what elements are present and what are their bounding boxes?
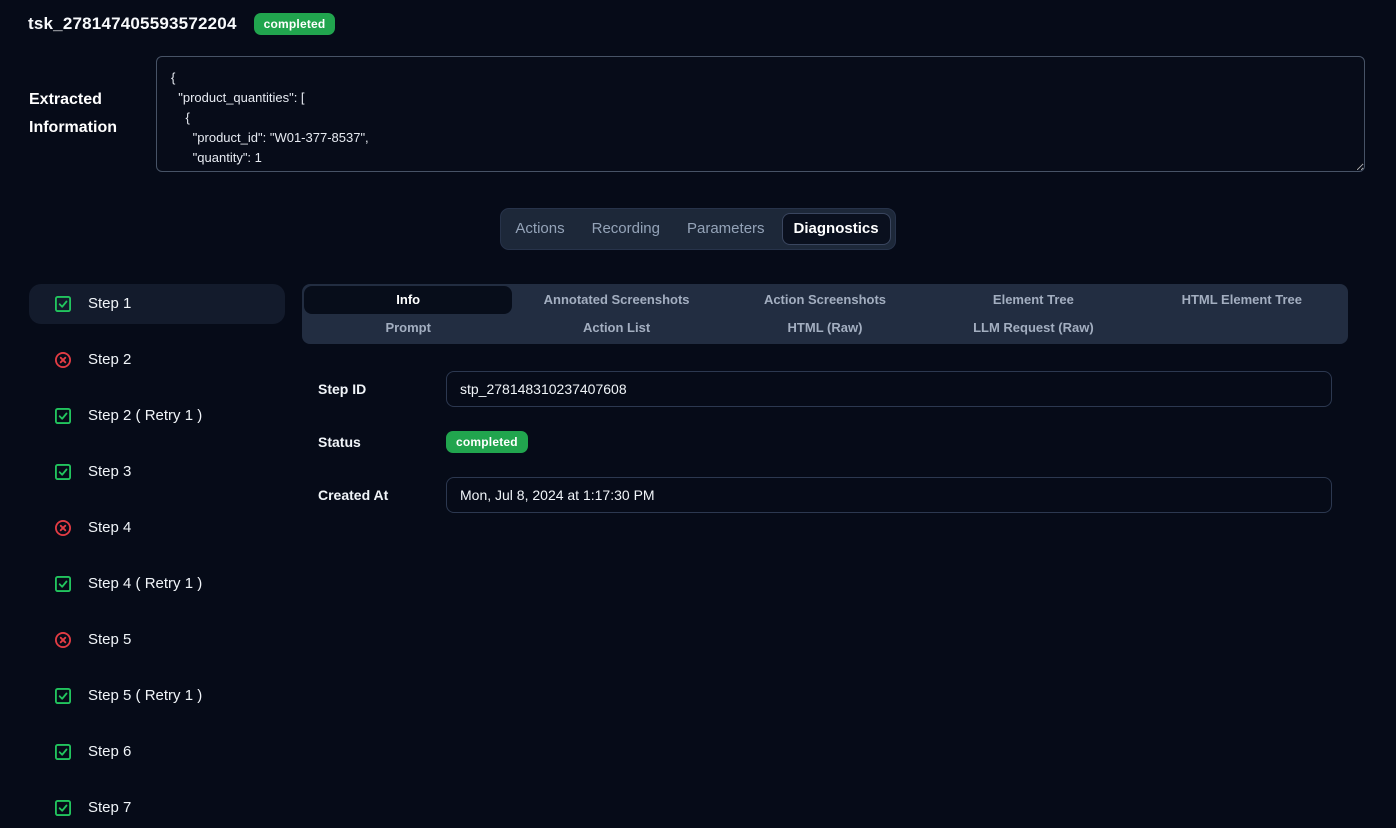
- check-square-icon: [53, 294, 73, 314]
- task-status-badge: completed: [254, 13, 336, 35]
- tab-annotated-screenshots[interactable]: Annotated Screenshots: [512, 286, 720, 314]
- check-square-icon: [53, 742, 73, 762]
- step-item[interactable]: Step 7: [29, 788, 285, 828]
- status-label: Status: [318, 434, 446, 450]
- check-square-icon: [53, 574, 73, 594]
- tab-empty-cell: [1138, 314, 1346, 342]
- tab-html-element-tree[interactable]: HTML Element Tree: [1138, 286, 1346, 314]
- extracted-information-textarea[interactable]: { "product_quantities": [ { "product_id"…: [156, 56, 1365, 172]
- step-id-label: Step ID: [318, 381, 446, 397]
- step-label: Step 2 ( Retry 1 ): [88, 407, 202, 424]
- field-created-at: Created At: [318, 477, 1332, 513]
- tab-actions[interactable]: Actions: [505, 213, 574, 245]
- x-circle-icon: [53, 350, 73, 370]
- tab-diagnostics[interactable]: Diagnostics: [782, 213, 891, 245]
- step-item[interactable]: Step 1: [29, 284, 285, 324]
- page-title: tsk_278147405593572204: [28, 14, 237, 34]
- step-label: Step 6: [88, 743, 131, 760]
- main-tab-bar: Actions Recording Parameters Diagnostics: [500, 208, 895, 250]
- x-circle-icon: [53, 630, 73, 650]
- x-circle-icon: [53, 518, 73, 538]
- tab-info[interactable]: Info: [304, 286, 512, 314]
- step-id-input[interactable]: [446, 371, 1332, 407]
- step-label: Step 2: [88, 351, 131, 368]
- task-header: tsk_278147405593572204 completed: [0, 0, 1396, 35]
- check-square-icon: [53, 798, 73, 818]
- step-label: Step 4: [88, 519, 131, 536]
- diagnostics-tab-bar: Info Annotated Screenshots Action Screen…: [302, 284, 1348, 344]
- step-item[interactable]: Step 2: [29, 340, 285, 380]
- step-label: Step 5: [88, 631, 131, 648]
- step-item[interactable]: Step 4 ( Retry 1 ): [29, 564, 285, 604]
- field-step-id: Step ID: [318, 371, 1332, 407]
- step-list: Step 1 Step 2 Step 2 ( Retry 1 ) Step 3: [29, 284, 285, 828]
- step-label: Step 5 ( Retry 1 ): [88, 687, 202, 704]
- info-fields: Step ID Status completed Created At: [318, 371, 1332, 513]
- diagnostics-panel: Info Annotated Screenshots Action Screen…: [302, 284, 1348, 513]
- created-at-input[interactable]: [446, 477, 1332, 513]
- step-label: Step 3: [88, 463, 131, 480]
- created-at-label: Created At: [318, 487, 446, 503]
- step-status-badge: completed: [446, 431, 528, 453]
- step-label: Step 1: [88, 295, 131, 312]
- tab-html-raw[interactable]: HTML (Raw): [721, 314, 929, 342]
- tab-llm-request-raw[interactable]: LLM Request (Raw): [929, 314, 1137, 342]
- extracted-information-section: Extracted Information { "product_quantit…: [29, 56, 1365, 172]
- field-status: Status completed: [318, 424, 1332, 460]
- step-item[interactable]: Step 2 ( Retry 1 ): [29, 396, 285, 436]
- step-item[interactable]: Step 4: [29, 508, 285, 548]
- tab-recording[interactable]: Recording: [582, 213, 670, 245]
- tab-action-list[interactable]: Action List: [512, 314, 720, 342]
- check-square-icon: [53, 686, 73, 706]
- tab-prompt[interactable]: Prompt: [304, 314, 512, 342]
- step-label: Step 7: [88, 799, 131, 816]
- step-item[interactable]: Step 3: [29, 452, 285, 492]
- tab-parameters[interactable]: Parameters: [677, 213, 775, 245]
- tab-element-tree[interactable]: Element Tree: [929, 286, 1137, 314]
- step-item[interactable]: Step 5 ( Retry 1 ): [29, 676, 285, 716]
- step-item[interactable]: Step 6: [29, 732, 285, 772]
- step-label: Step 4 ( Retry 1 ): [88, 575, 202, 592]
- check-square-icon: [53, 462, 73, 482]
- step-item[interactable]: Step 5: [29, 620, 285, 660]
- extracted-information-label: Extracted Information: [29, 86, 156, 142]
- check-square-icon: [53, 406, 73, 426]
- tab-action-screenshots[interactable]: Action Screenshots: [721, 286, 929, 314]
